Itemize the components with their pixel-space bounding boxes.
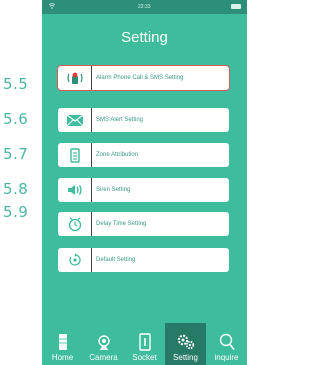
- menu-default-setting[interactable]: Default Setting: [58, 248, 229, 272]
- menu-alarm-phone-sms[interactable]: Alarm Phone Call & SMS Setting: [57, 65, 230, 91]
- nav-label: Camera: [89, 353, 118, 362]
- step-label-5-7: 5.7: [3, 145, 29, 163]
- nav-label: inquire: [214, 353, 239, 362]
- nav-label: Home: [51, 353, 74, 362]
- menu-sms-alert[interactable]: SMS Alert Setting: [58, 108, 229, 132]
- step-label-5-6: 5.6: [3, 110, 29, 128]
- status-bar: 22:33: [42, 0, 247, 14]
- nav-camera[interactable]: Camera: [83, 323, 124, 365]
- speaker-icon: [58, 178, 92, 202]
- envelope-icon: [58, 108, 92, 132]
- nav-socket[interactable]: Socket: [124, 323, 165, 365]
- menu-item-label: Alarm Phone Call & SMS Setting: [96, 75, 184, 81]
- step-label-5-8: 5.8: [3, 180, 29, 198]
- nav-inquire[interactable]: inquire: [206, 323, 247, 365]
- nav-label: Socket: [132, 353, 157, 362]
- menu-item-label: Default Setting: [96, 257, 136, 263]
- wifi-icon: [49, 3, 55, 9]
- home-icon: [58, 334, 67, 350]
- bottom-nav: Home Camera Socket Setting inquire: [42, 323, 247, 365]
- search-icon: [219, 333, 235, 350]
- page-title: Setting: [121, 29, 168, 46]
- phone-screen: 22:33 Setting Alarm Phone Call & SMS Set…: [42, 0, 247, 365]
- battery-icon: [231, 4, 241, 9]
- menu-siren[interactable]: Siren Setting: [58, 178, 229, 202]
- nav-home[interactable]: Home: [42, 323, 83, 365]
- menu-item-label: Delay Time Setting: [96, 221, 147, 227]
- gears-icon: [177, 334, 194, 350]
- nav-label: Setting: [173, 353, 198, 362]
- socket-icon: [138, 333, 151, 351]
- menu-item-label: Zone Attribution: [96, 152, 139, 158]
- step-label-5-5: 5.5: [3, 75, 29, 93]
- menu-delay-time[interactable]: Delay Time Setting: [58, 212, 229, 236]
- clock-icon: [58, 212, 92, 236]
- status-time: 22:33: [138, 4, 151, 10]
- menu-item-label: Siren Setting: [96, 187, 131, 193]
- nav-setting[interactable]: Setting: [165, 323, 206, 365]
- menu-zone-attribution[interactable]: Zone Attribution: [58, 143, 229, 167]
- zone-icon: [58, 143, 92, 167]
- reset-icon: [58, 248, 92, 272]
- phone-alarm-icon: [58, 66, 92, 90]
- camera-icon: [97, 335, 110, 350]
- menu-item-label: SMS Alert Setting: [96, 117, 144, 123]
- step-label-5-9: 5.9: [3, 203, 29, 221]
